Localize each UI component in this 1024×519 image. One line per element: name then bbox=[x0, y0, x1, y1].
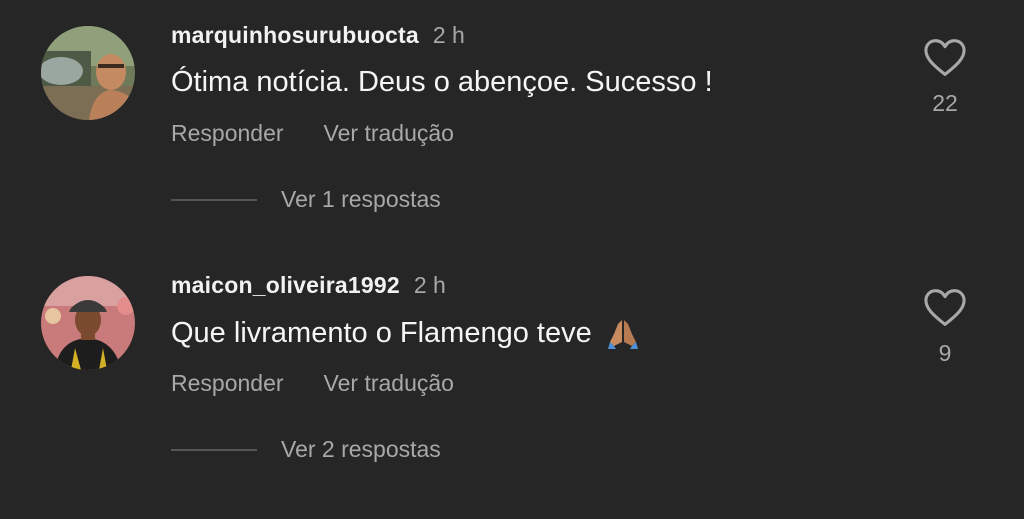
replies-divider bbox=[171, 448, 257, 451]
avatar-image bbox=[41, 276, 135, 370]
heart-outline-icon[interactable] bbox=[923, 38, 967, 78]
comment-text: Ótima notícia. Deus o abençoe. Sucesso ! bbox=[171, 66, 713, 99]
like-count: 22 bbox=[932, 90, 958, 116]
comment-text-content: Ótima notícia. Deus o abençoe. Sucesso ! bbox=[171, 66, 713, 98]
view-replies-button[interactable]: Ver 2 respostas bbox=[171, 436, 441, 463]
comment-meta: marquinhosurubuocta 2 h bbox=[171, 22, 465, 49]
comment-actions: Responder Ver tradução bbox=[171, 370, 454, 397]
replies-divider bbox=[171, 198, 257, 201]
heart-outline-icon[interactable] bbox=[923, 288, 967, 328]
comment-text: Que livramento o Flamengo teve bbox=[171, 316, 640, 350]
like-control: 9 bbox=[918, 288, 972, 367]
view-replies-label: Ver 1 respostas bbox=[281, 186, 441, 212]
view-replies-button[interactable]: Ver 1 respostas bbox=[171, 186, 441, 213]
reply-button[interactable]: Responder bbox=[171, 120, 284, 146]
comment-item: maicon_oliveira1992 2 h Que livramento o … bbox=[0, 250, 1024, 490]
comment-text-content: Que livramento o Flamengo teve bbox=[171, 316, 592, 349]
avatar[interactable] bbox=[41, 276, 135, 370]
like-control: 22 bbox=[918, 38, 972, 117]
username[interactable]: maicon_oliveira1992 bbox=[171, 272, 400, 298]
avatar-image bbox=[41, 26, 135, 120]
reply-button[interactable]: Responder bbox=[171, 370, 284, 396]
view-replies-label: Ver 2 respostas bbox=[281, 436, 441, 462]
see-translation-button[interactable]: Ver tradução bbox=[324, 120, 454, 146]
username[interactable]: marquinhosurubuocta bbox=[171, 22, 419, 48]
timestamp: 2 h bbox=[413, 272, 446, 298]
avatar[interactable] bbox=[41, 26, 135, 120]
comment-meta: maicon_oliveira1992 2 h bbox=[171, 272, 446, 299]
like-count: 9 bbox=[938, 340, 952, 366]
folded-hands-icon bbox=[607, 320, 638, 349]
see-translation-button[interactable]: Ver tradução bbox=[324, 370, 454, 396]
timestamp: 2 h bbox=[432, 22, 465, 48]
comment-item: marquinhosurubuocta 2 h Ótima notícia. De… bbox=[0, 0, 1024, 240]
comment-actions: Responder Ver tradução bbox=[171, 120, 454, 147]
